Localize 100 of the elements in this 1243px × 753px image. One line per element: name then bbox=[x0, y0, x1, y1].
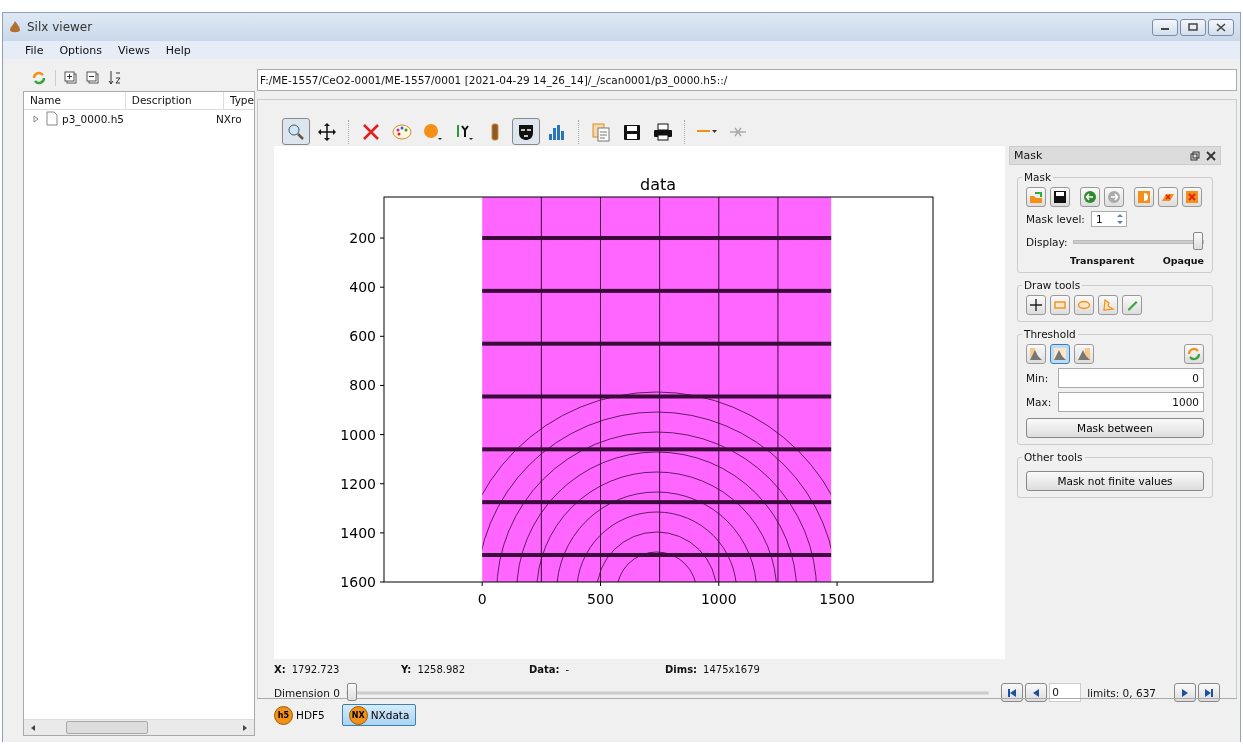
close-icon bbox=[1216, 22, 1226, 32]
maximize-button[interactable] bbox=[1180, 18, 1206, 36]
status-label: Data: bbox=[529, 663, 560, 675]
last-icon bbox=[1204, 687, 1214, 698]
refresh-icon bbox=[1187, 347, 1201, 361]
move-arrows-icon bbox=[1029, 298, 1043, 312]
threshold-icon bbox=[1029, 347, 1043, 361]
menu-item[interactable]: Help bbox=[165, 43, 191, 57]
mask-tool-button[interactable] bbox=[512, 118, 540, 145]
first-frame-button[interactable] bbox=[1001, 683, 1024, 702]
first-icon bbox=[1007, 687, 1018, 698]
tree-item[interactable]: p3_0000.h5 bbox=[62, 112, 212, 125]
redo-icon bbox=[1107, 190, 1121, 204]
group-title: Threshold bbox=[1023, 328, 1077, 340]
minimize-button[interactable] bbox=[1152, 18, 1178, 36]
horizontal-scrollbar[interactable] bbox=[24, 719, 254, 735]
group-title: Mask bbox=[1023, 171, 1053, 183]
mask-between-button[interactable]: Mask between bbox=[1026, 418, 1204, 438]
y-tick-label: 1600 bbox=[340, 574, 376, 590]
save-icon bbox=[1053, 190, 1067, 204]
scroll-left-icon[interactable] bbox=[30, 723, 36, 732]
status-label: Dims: bbox=[665, 663, 698, 675]
path-field[interactable]: F:/ME-1557/CeO2-0001/ME-1557/0001 [2021-04-29 14_26_14]/_/scan0001/p3_0000.h5::/ bbox=[257, 69, 1237, 91]
next-frame-button[interactable] bbox=[1174, 683, 1196, 702]
menu-item[interactable]: Views bbox=[117, 43, 150, 57]
line-style-icon bbox=[696, 129, 718, 134]
slider-handle[interactable] bbox=[346, 682, 357, 701]
file-icon bbox=[46, 111, 58, 126]
y-tick-label: 600 bbox=[349, 328, 376, 345]
polygon-icon bbox=[1101, 298, 1115, 312]
pan-draw-button[interactable] bbox=[1026, 295, 1046, 315]
expand-all-icon[interactable] bbox=[64, 71, 78, 85]
view-tab[interactable]: NX NXdata bbox=[341, 704, 417, 726]
threshold-icon bbox=[1077, 347, 1091, 361]
sort-icon[interactable] bbox=[108, 70, 122, 86]
min-label: Min: bbox=[1026, 372, 1050, 384]
max-field[interactable]: 1000 bbox=[1058, 392, 1204, 412]
column-header[interactable]: Description bbox=[125, 92, 224, 109]
tab-label: NXdata bbox=[370, 709, 410, 721]
ellipse-draw-button[interactable] bbox=[1074, 295, 1094, 315]
status-label: X: bbox=[274, 663, 286, 675]
refresh-button[interactable] bbox=[1184, 344, 1204, 364]
min-field[interactable]: 0 bbox=[1058, 368, 1204, 388]
status-value: 1258.982 bbox=[417, 663, 466, 675]
palette-icon bbox=[391, 121, 413, 142]
printer-icon bbox=[652, 121, 674, 142]
slider-max-label: Opaque bbox=[1162, 255, 1204, 266]
dimension-label: Dimension 0 bbox=[274, 686, 340, 699]
clear-button[interactable] bbox=[1158, 187, 1178, 207]
badge-icon: NX bbox=[348, 705, 368, 725]
refresh-icon[interactable] bbox=[31, 70, 47, 86]
zoom-tool-button[interactable] bbox=[282, 118, 310, 145]
previous-frame-button[interactable] bbox=[1025, 683, 1048, 702]
slider-handle[interactable] bbox=[1193, 232, 1203, 250]
folder-icon bbox=[1029, 190, 1043, 204]
menu-item[interactable]: File bbox=[25, 43, 44, 57]
invert-mask-button[interactable] bbox=[1134, 187, 1154, 207]
column-header[interactable]: Type bbox=[223, 92, 254, 109]
dot-icon bbox=[422, 121, 444, 142]
y-tick-label: 1400 bbox=[340, 524, 376, 541]
group-title: Draw tools bbox=[1023, 279, 1082, 291]
tab-label: HDF5 bbox=[296, 709, 325, 721]
rectangle-icon bbox=[1053, 298, 1067, 312]
limits-label: limits: 0, 637 bbox=[1087, 686, 1156, 699]
y-tick-label: 200 bbox=[349, 230, 376, 247]
pencil-draw-button[interactable] bbox=[1122, 295, 1142, 315]
clear-all-button[interactable] bbox=[1182, 187, 1202, 207]
window-title: Silx viewer bbox=[27, 20, 93, 34]
close-button[interactable] bbox=[1208, 18, 1234, 36]
group-title: Other tools bbox=[1023, 451, 1084, 463]
scroll-right-icon[interactable] bbox=[242, 723, 248, 732]
invert-icon bbox=[1137, 190, 1151, 204]
max-label: Max: bbox=[1026, 396, 1052, 408]
mask-not-finite-button[interactable]: Mask not finite values bbox=[1026, 471, 1204, 491]
spin-arrows-icon[interactable] bbox=[1115, 212, 1124, 226]
undo-icon bbox=[1083, 190, 1097, 204]
float-icon[interactable] bbox=[1190, 150, 1200, 161]
close-icon[interactable] bbox=[1206, 150, 1216, 161]
threshold-mode-button[interactable] bbox=[1050, 344, 1070, 364]
view-tab[interactable]: h5 HDF5 bbox=[267, 704, 332, 726]
last-frame-button[interactable] bbox=[1198, 683, 1220, 702]
undo-button[interactable] bbox=[1080, 187, 1100, 207]
maximize-icon bbox=[1188, 23, 1198, 31]
save-mask-button[interactable] bbox=[1050, 187, 1070, 207]
frame-field[interactable]: 0 bbox=[1049, 683, 1082, 702]
y-tick-label: 400 bbox=[349, 279, 376, 296]
polygon-draw-button[interactable] bbox=[1098, 295, 1118, 315]
threshold-icon bbox=[1053, 347, 1067, 361]
threshold-mode-button[interactable] bbox=[1074, 344, 1094, 364]
x-tick-label: 1500 bbox=[819, 591, 855, 607]
y-tick-label: 1000 bbox=[340, 426, 376, 443]
y-tick-label: 1200 bbox=[340, 475, 376, 492]
column-header[interactable]: Name bbox=[24, 92, 126, 109]
threshold-mode-button[interactable] bbox=[1026, 344, 1046, 364]
menu-item[interactable]: Options bbox=[59, 43, 102, 57]
collapse-all-icon[interactable] bbox=[86, 71, 100, 85]
redo-button[interactable] bbox=[1104, 187, 1124, 207]
mask-level-spinbox[interactable]: 1 bbox=[1090, 211, 1127, 227]
status-label: Y: bbox=[401, 663, 412, 675]
clear-all-icon bbox=[1185, 190, 1199, 204]
